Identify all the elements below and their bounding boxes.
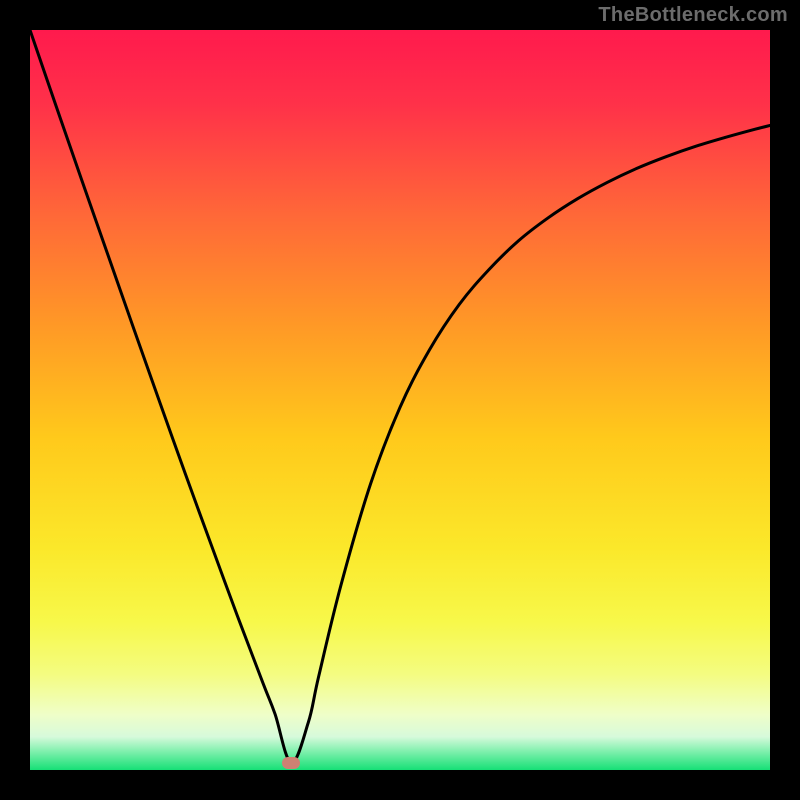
watermark-text: TheBottleneck.com <box>598 4 788 27</box>
chart-frame: TheBottleneck.com <box>0 0 800 800</box>
plot-area <box>30 30 770 770</box>
chart-svg <box>30 30 770 770</box>
gradient-background <box>30 30 770 770</box>
optimal-point-marker <box>282 757 300 769</box>
